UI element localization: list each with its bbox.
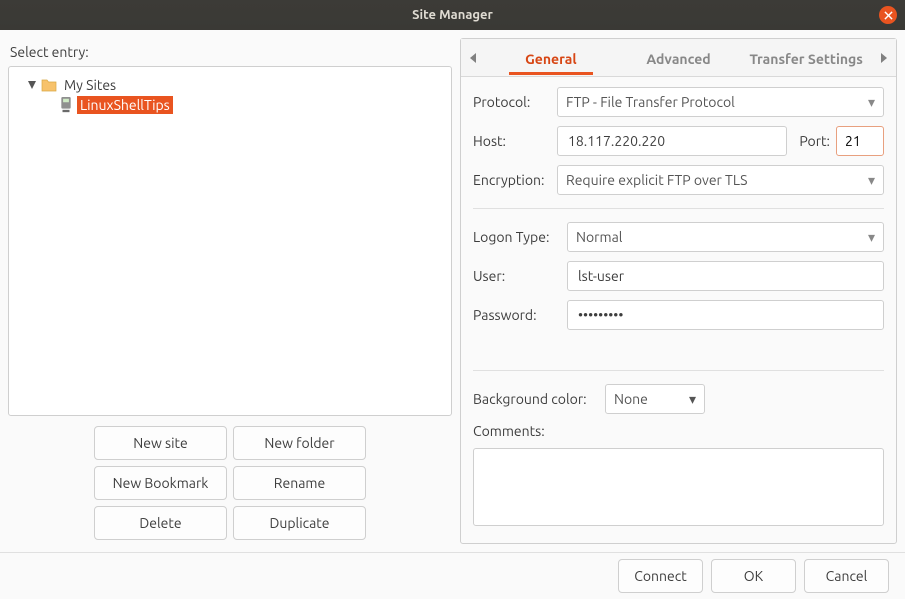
server-icon	[59, 98, 73, 112]
new-site-button[interactable]: New site	[94, 426, 227, 460]
chevron-right-icon	[879, 53, 887, 63]
separator	[473, 370, 884, 371]
connect-button[interactable]: Connect	[618, 559, 703, 593]
chevron-down-icon: ▾	[689, 391, 696, 408]
chevron-left-icon	[470, 53, 478, 63]
logon-value: Normal	[576, 229, 622, 245]
chevron-down-icon: ▾	[868, 172, 875, 189]
bgcolor-label: Background color:	[473, 391, 599, 407]
general-form: Protocol: FTP - File Transfer Protocol ▾…	[461, 77, 896, 536]
encryption-select[interactable]: Require explicit FTP over TLS ▾	[557, 165, 884, 195]
user-label: User:	[473, 268, 561, 284]
port-input[interactable]	[836, 126, 884, 156]
encryption-value: Require explicit FTP over TLS	[566, 172, 748, 188]
host-label: Host:	[473, 133, 551, 149]
user-row: User:	[473, 261, 884, 291]
tree-site-label: LinuxShellTips	[77, 96, 173, 114]
tab-scroll-left[interactable]	[461, 53, 487, 63]
protocol-select[interactable]: FTP - File Transfer Protocol ▾	[557, 87, 884, 117]
password-label: Password:	[473, 307, 561, 323]
encryption-row: Encryption: Require explicit FTP over TL…	[473, 165, 884, 195]
tree-folder-label: My Sites	[61, 76, 119, 94]
separator	[473, 208, 884, 209]
password-field[interactable]	[576, 306, 875, 324]
password-row: Password:	[473, 300, 884, 330]
tab-transfer-settings[interactable]: Transfer Settings	[742, 42, 870, 74]
rename-button[interactable]: Rename	[233, 466, 366, 500]
encryption-label: Encryption:	[473, 172, 551, 188]
right-pane: General Advanced Transfer Settings Proto…	[460, 38, 897, 544]
new-bookmark-button[interactable]: New Bookmark	[94, 466, 227, 500]
protocol-label: Protocol:	[473, 94, 551, 110]
password-input[interactable]	[567, 300, 884, 330]
chevron-down-icon: ▾	[868, 94, 875, 111]
select-entry-label: Select entry:	[8, 38, 452, 66]
host-row: Host: Port:	[473, 126, 884, 156]
bgcolor-value: None	[614, 391, 648, 407]
protocol-value: FTP - File Transfer Protocol	[566, 94, 735, 110]
comments-textarea[interactable]	[473, 448, 884, 526]
logon-label: Logon Type:	[473, 229, 561, 245]
tab-bar: General Advanced Transfer Settings	[461, 39, 896, 77]
tab-scroll-right[interactable]	[870, 53, 896, 63]
comments-label: Comments:	[473, 423, 884, 439]
host-field[interactable]	[566, 132, 778, 150]
host-input[interactable]	[557, 126, 787, 156]
delete-button[interactable]: Delete	[94, 506, 227, 540]
cancel-button[interactable]: Cancel	[804, 559, 889, 593]
tree-site-row[interactable]: LinuxShellTips	[17, 95, 443, 115]
left-pane: Select entry: My Sites LinuxShellTips Ne…	[8, 38, 452, 544]
ok-button[interactable]: OK	[711, 559, 796, 593]
tree-folder-row[interactable]: My Sites	[17, 75, 443, 95]
dialog-footer: Connect OK Cancel	[0, 552, 905, 599]
duplicate-button[interactable]: Duplicate	[233, 506, 366, 540]
window-title: Site Manager	[412, 8, 493, 22]
new-folder-button[interactable]: New folder	[233, 426, 366, 460]
bgcolor-select[interactable]: None ▾	[605, 384, 705, 414]
main-content: Select entry: My Sites LinuxShellTips Ne…	[0, 30, 905, 552]
site-buttons: New site New folder New Bookmark Rename …	[8, 416, 452, 544]
site-tree[interactable]: My Sites LinuxShellTips	[8, 66, 452, 416]
close-icon	[884, 11, 893, 20]
titlebar: Site Manager	[0, 0, 905, 30]
tree-caret[interactable]	[27, 81, 37, 89]
port-field[interactable]	[843, 132, 877, 150]
logon-select[interactable]: Normal ▾	[567, 222, 884, 252]
spacer	[473, 339, 884, 357]
folder-icon	[41, 78, 57, 92]
user-input[interactable]	[567, 261, 884, 291]
user-field[interactable]	[576, 267, 875, 285]
logon-row: Logon Type: Normal ▾	[473, 222, 884, 252]
chevron-down-icon: ▾	[868, 229, 875, 246]
close-button[interactable]	[879, 6, 897, 24]
chevron-down-icon	[28, 81, 36, 89]
protocol-row: Protocol: FTP - File Transfer Protocol ▾	[473, 87, 884, 117]
port-label: Port:	[793, 133, 830, 149]
tab-advanced[interactable]: Advanced	[615, 42, 743, 74]
bgcolor-row: Background color: None ▾	[473, 384, 884, 414]
tab-general[interactable]: General	[487, 42, 615, 74]
